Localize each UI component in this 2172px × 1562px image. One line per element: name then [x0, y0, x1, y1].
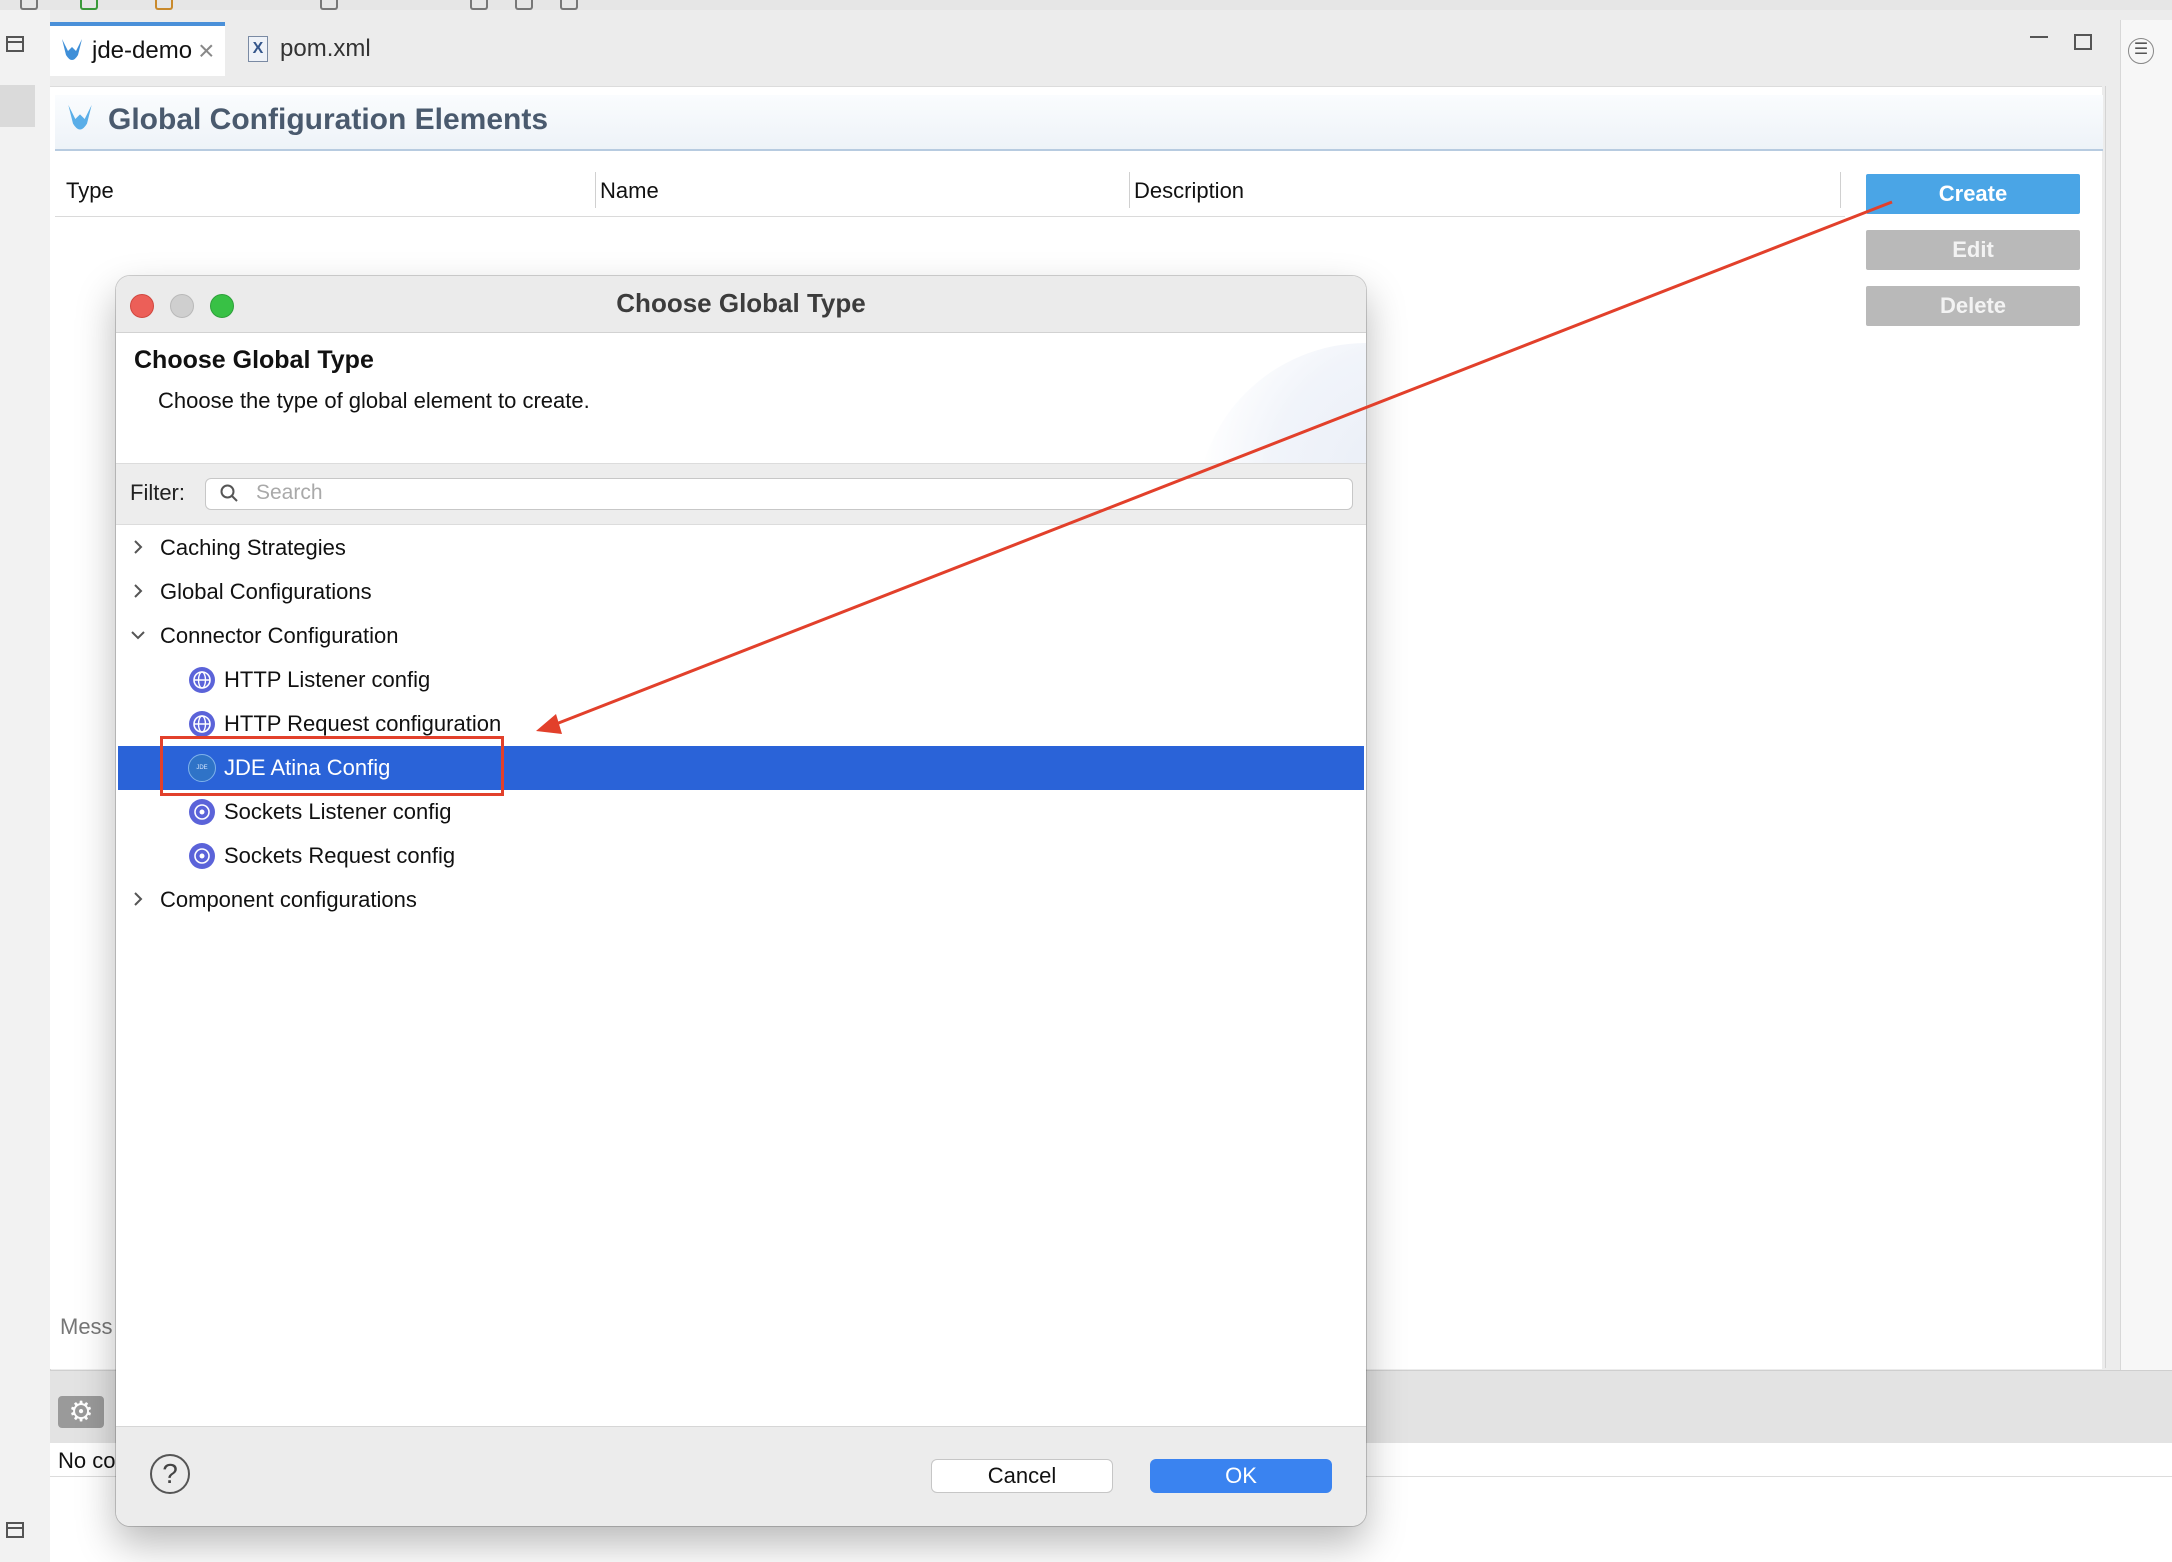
edit-button[interactable]: Edit — [1866, 230, 2080, 270]
tree-item-label: Component configurations — [160, 887, 417, 912]
restore-view-icon[interactable] — [6, 36, 24, 52]
create-button[interactable]: Create — [1866, 174, 2080, 214]
column-divider — [1129, 172, 1130, 208]
cancel-button[interactable]: Cancel — [931, 1459, 1113, 1493]
column-divider — [595, 172, 596, 208]
toolbar-icon[interactable] — [560, 0, 578, 10]
xml-file-icon: X — [248, 36, 268, 62]
column-divider — [1840, 172, 1841, 208]
tab-label: pom.xml — [280, 35, 371, 62]
delete-button[interactable]: Delete — [1866, 286, 2080, 326]
chevron-down-icon[interactable] — [130, 627, 146, 643]
run-icon[interactable] — [80, 0, 98, 10]
tab-label: jde-demo — [92, 37, 193, 64]
http-globe-icon — [189, 711, 215, 737]
minimize-view-icon[interactable] — [2030, 36, 2048, 38]
tab-jde-demo[interactable]: jde-demo × — [50, 22, 225, 76]
toolbar-icon[interactable] — [155, 0, 173, 10]
dialog-window-title: Choose Global Type — [616, 288, 866, 318]
tree-item-label: HTTP Request configuration — [224, 711, 502, 736]
tab-pom-xml[interactable]: X pom.xml — [240, 22, 371, 76]
sockets-globe-icon — [189, 843, 215, 869]
column-header-type[interactable]: Type — [66, 176, 114, 206]
toolbar-icon[interactable] — [20, 0, 38, 10]
column-header-name[interactable]: Name — [600, 176, 659, 206]
left-view-selected-tab[interactable] — [0, 85, 35, 127]
editor-border — [2105, 86, 2106, 1368]
gear-icon[interactable]: ⚙ — [58, 1396, 104, 1428]
chevron-right-icon[interactable] — [130, 583, 146, 599]
column-header-description[interactable]: Description — [1134, 176, 1244, 206]
tree-item-http-listener-config[interactable]: HTTP Listener config — [118, 658, 1364, 702]
tree-item-global-configurations[interactable]: Global Configurations — [118, 570, 1364, 614]
messages-label: Mess — [60, 1314, 113, 1339]
mule-icon — [68, 105, 92, 130]
ok-button[interactable]: OK — [1150, 1459, 1332, 1493]
right-view-stack — [2120, 20, 2172, 1370]
dialog-heading: Choose Global Type — [134, 346, 374, 374]
http-globe-icon — [189, 667, 215, 693]
sockets-globe-icon — [189, 799, 215, 825]
tree-item-label: Connector Configuration — [160, 623, 399, 648]
banner-decoration — [1196, 343, 1366, 463]
tree-item-caching-strategies[interactable]: Caching Strategies — [118, 526, 1364, 570]
tree-item-component-configurations[interactable]: Component configurations — [118, 878, 1364, 922]
search-icon — [220, 484, 238, 502]
no-config-label: No co — [58, 1448, 116, 1473]
toolbar-icon[interactable] — [470, 0, 488, 10]
filter-label: Filter: — [130, 480, 185, 505]
tree-item-label: Sockets Request config — [224, 843, 456, 868]
restore-view-icon[interactable] — [6, 1522, 24, 1538]
tree-item-label: Caching Strategies — [160, 535, 346, 560]
annotation-highlight-box — [160, 736, 504, 796]
table-header-divider — [55, 216, 1845, 217]
tree-item-label: Global Configurations — [160, 579, 372, 604]
search-input[interactable] — [256, 480, 1336, 506]
page-title: Global Configuration Elements — [108, 103, 549, 136]
tree-item-label: HTTP Listener config — [224, 667, 431, 692]
tree-item-label: Sockets Listener config — [224, 799, 452, 824]
chevron-right-icon[interactable] — [130, 891, 146, 907]
toolbar-icon[interactable] — [320, 0, 338, 10]
tree-item-sockets-request-config[interactable]: Sockets Request config — [118, 834, 1364, 878]
toolbar-icon[interactable] — [515, 0, 533, 10]
mule-icon — [62, 39, 82, 60]
maximize-view-icon[interactable] — [2074, 34, 2092, 50]
dialog-description: Choose the type of global element to cre… — [158, 388, 590, 413]
choose-global-type-dialog: Choose Global Type Choose Global Type Ch… — [116, 276, 1366, 1526]
chevron-right-icon[interactable] — [130, 539, 146, 555]
close-tab-icon[interactable]: × — [198, 35, 214, 67]
tree-item-connector-configuration[interactable]: Connector Configuration — [118, 614, 1364, 658]
outline-icon[interactable]: ☰ — [2128, 38, 2154, 64]
tree-item-sockets-listener-config[interactable]: Sockets Listener config — [118, 790, 1364, 834]
left-view-stack — [0, 10, 51, 1562]
help-icon[interactable]: ? — [150, 1454, 190, 1494]
